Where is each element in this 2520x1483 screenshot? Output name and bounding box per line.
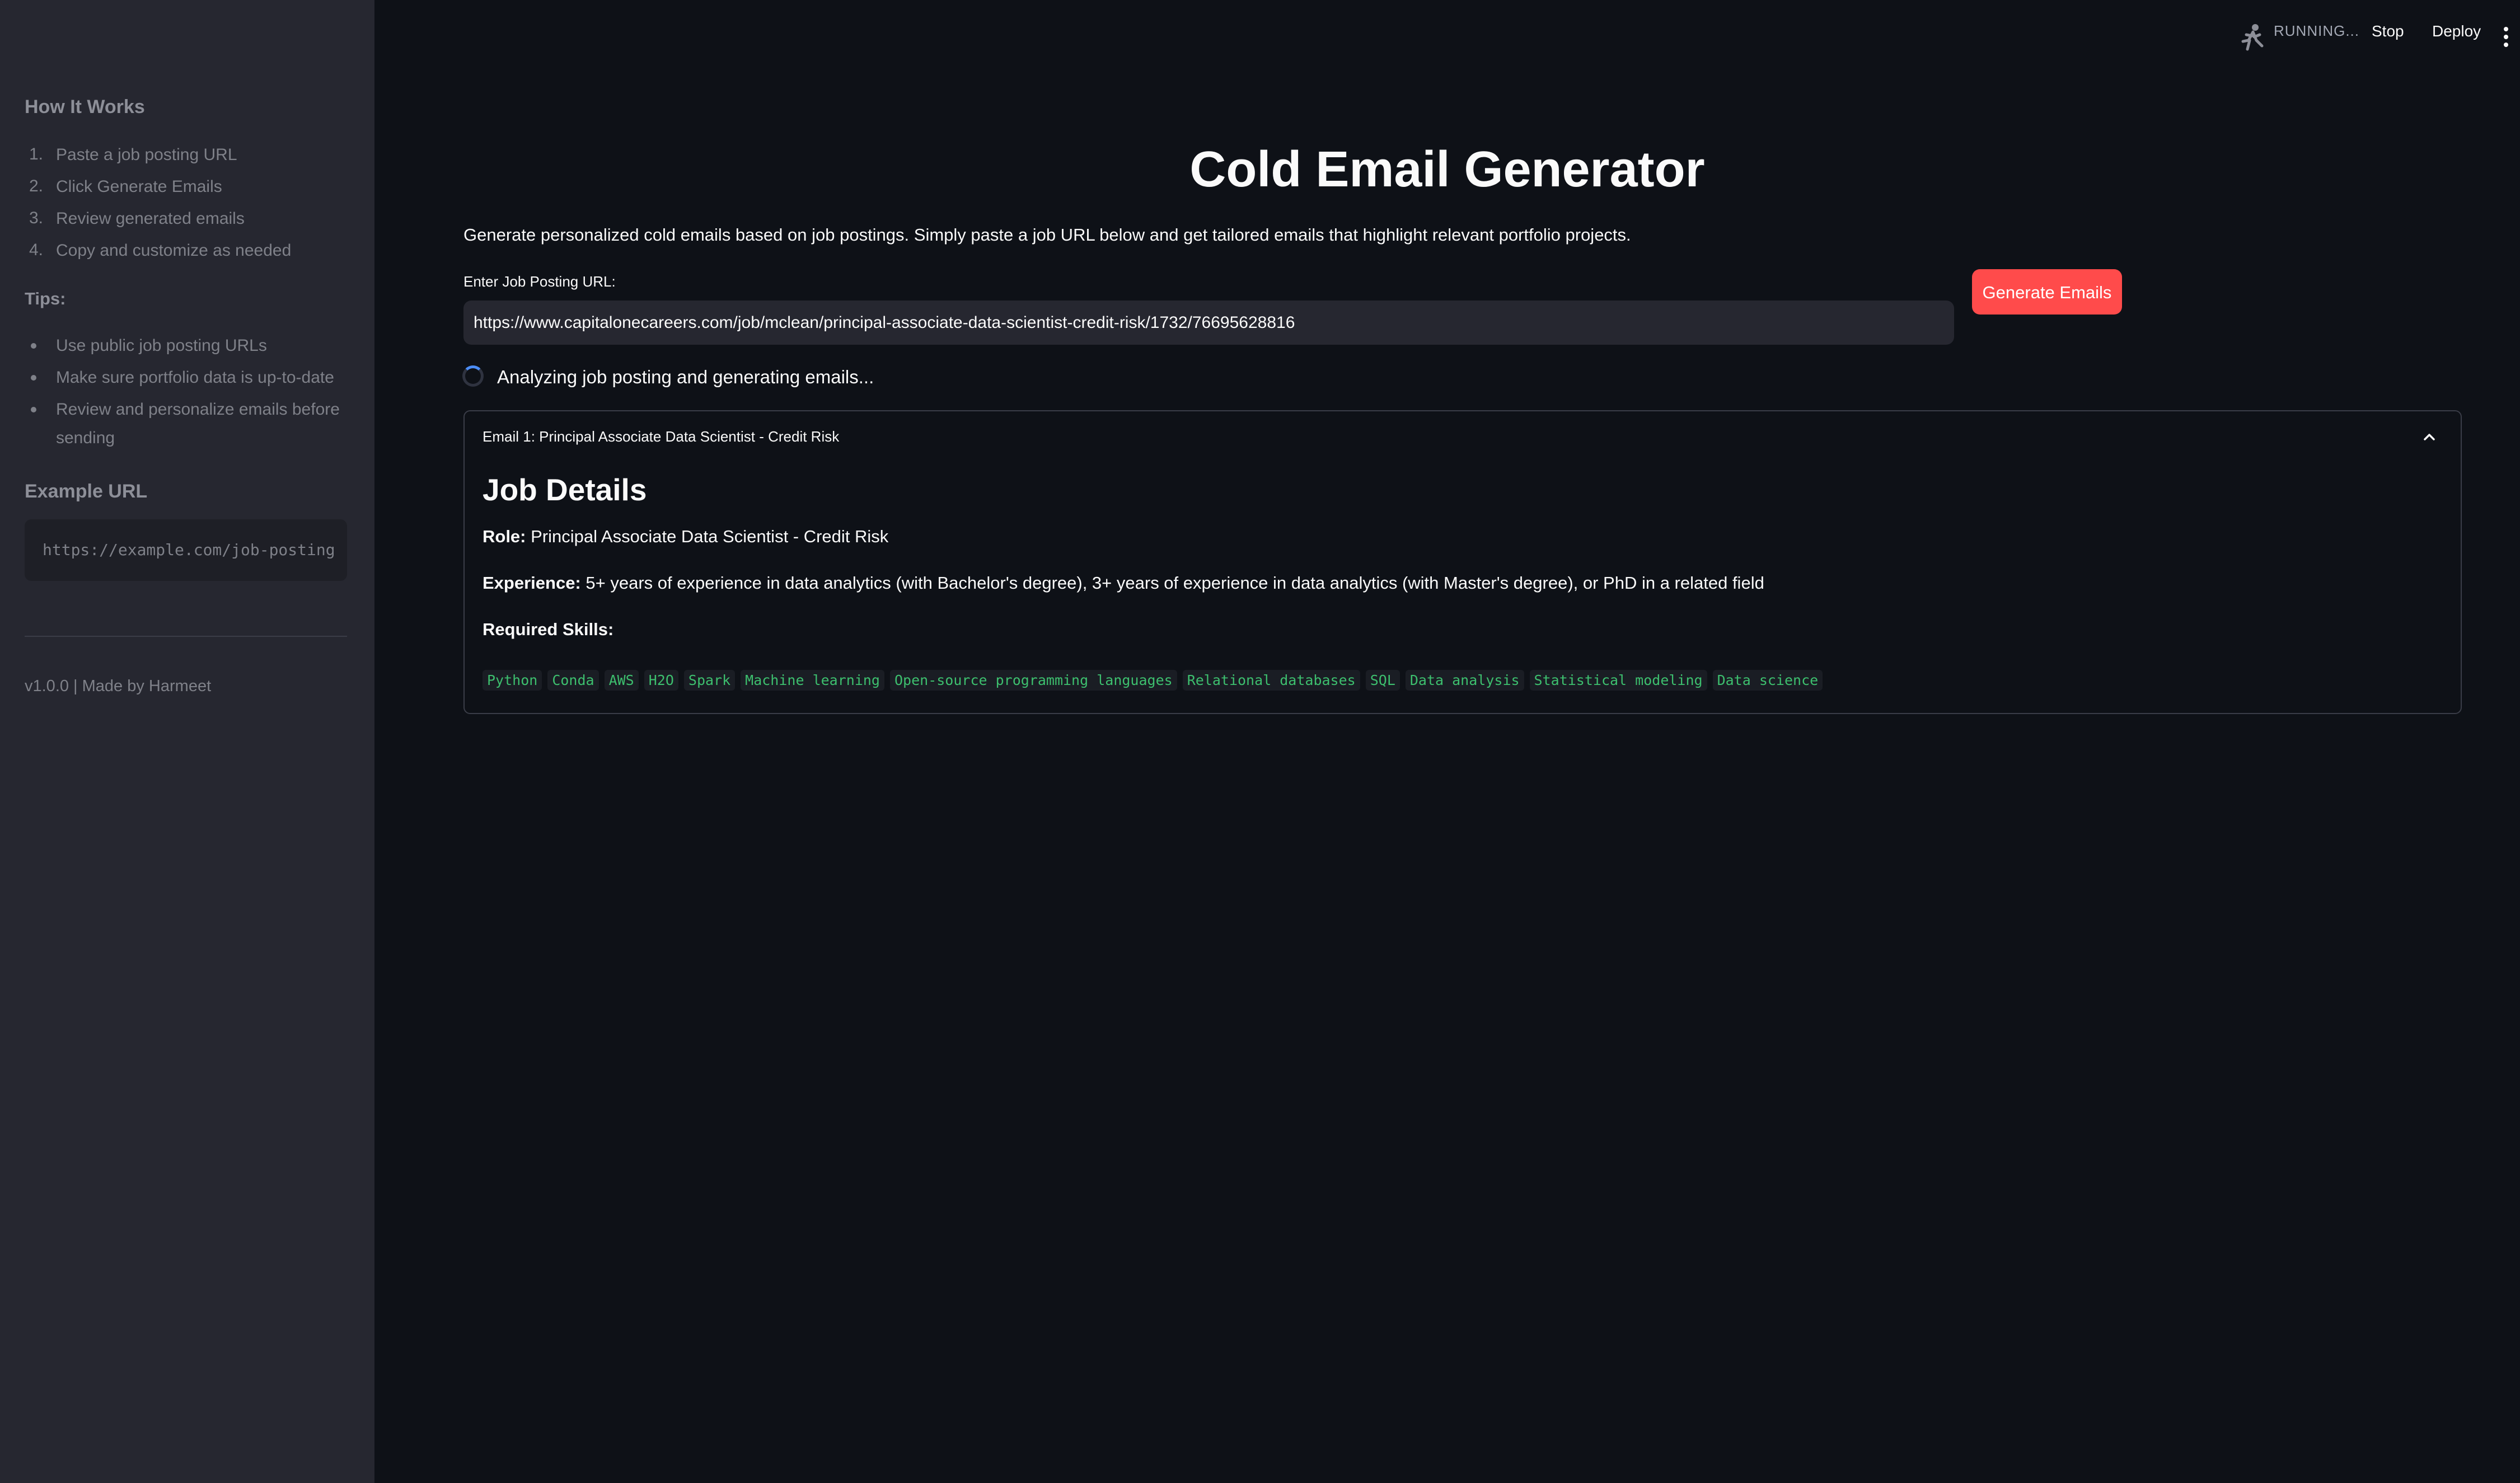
role-value: Principal Associate Data Scientist - Cre…: [531, 527, 889, 546]
skill-tag: Data science: [1712, 670, 1823, 691]
experience-row: Experience: 5+ years of experience in da…: [483, 573, 1764, 593]
skill-tag: Python: [483, 670, 542, 691]
skills-label-row: Required Skills:: [483, 620, 613, 640]
bullet-icon: [31, 343, 36, 349]
step-number: 2.: [29, 177, 44, 195]
tip-item-continued: sending: [56, 429, 115, 447]
skills-label: Required Skills:: [483, 620, 614, 639]
example-url-title: Example URL: [25, 481, 148, 502]
url-input-label: Enter Job Posting URL:: [463, 273, 616, 290]
skills-list: Python Conda AWS H2O Spark Machine learn…: [483, 670, 1823, 691]
step-item: Review generated emails: [56, 209, 245, 228]
skill-tag: SQL: [1365, 670, 1400, 691]
email-expander: Email 1: Principal Associate Data Scient…: [463, 410, 2462, 714]
skill-tag: AWS: [604, 670, 639, 691]
skill-tag: Data analysis: [1405, 670, 1524, 691]
tip-item: Make sure portfolio data is up-to-date: [56, 368, 334, 387]
loading-spinner-icon: [462, 365, 484, 387]
step-number: 3.: [29, 209, 44, 227]
bullet-icon: [31, 407, 36, 412]
email-expander-header[interactable]: Email 1: Principal Associate Data Scient…: [483, 428, 839, 445]
tip-item: Review and personalize emails before: [56, 400, 340, 419]
step-item: Paste a job posting URL: [56, 146, 237, 164]
page-title: Cold Email Generator: [1189, 142, 1705, 198]
step-number: 4.: [29, 241, 44, 259]
tip-item: Use public job posting URLs: [56, 336, 267, 355]
skill-tag: Spark: [683, 670, 736, 691]
experience-label: Experience:: [483, 573, 581, 593]
skill-tag: Machine learning: [741, 670, 884, 691]
step-number: 1.: [29, 145, 44, 163]
step-item: Copy and customize as needed: [56, 241, 292, 260]
page-description: Generate personalized cold emails based …: [463, 225, 1631, 245]
skill-tag: Statistical modeling: [1529, 670, 1707, 691]
role-row: Role: Principal Associate Data Scientist…: [483, 527, 888, 547]
bullet-icon: [31, 375, 36, 381]
sidebar: How It Works 1. Paste a job posting URL …: [0, 0, 374, 1483]
skill-tag: Relational databases: [1182, 670, 1360, 691]
how-it-works-title: How It Works: [25, 96, 145, 118]
sidebar-divider: [25, 636, 347, 637]
spinner-text: Analyzing job posting and generating ema…: [497, 367, 874, 387]
role-label: Role:: [483, 527, 526, 546]
experience-value: 5+ years of experience in data analytics…: [585, 573, 1764, 593]
main-content: Cold Email Generator: [374, 0, 2520, 1483]
skill-tag: Conda: [547, 670, 599, 691]
example-url-code: https://example.com/job-posting: [25, 519, 347, 581]
sidebar-footer: v1.0.0 | Made by Harmeet: [25, 677, 212, 695]
generate-emails-button[interactable]: Generate Emails: [1972, 269, 2122, 315]
tips-title: Tips:: [25, 289, 66, 308]
chevron-up-icon[interactable]: [2419, 427, 2439, 447]
job-url-input[interactable]: [463, 301, 1954, 345]
skill-tag: H2O: [644, 670, 678, 691]
job-details-heading: Job Details: [483, 472, 647, 507]
skill-tag: Open-source programming languages: [889, 670, 1177, 691]
step-item: Click Generate Emails: [56, 177, 222, 196]
